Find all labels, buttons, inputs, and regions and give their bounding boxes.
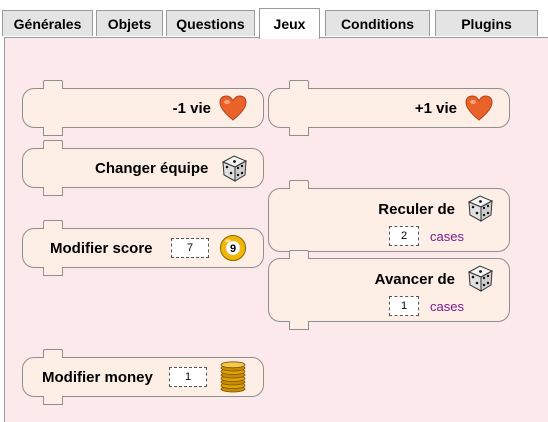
- block-connector-bottom: [43, 187, 63, 196]
- block-connector-top: [289, 80, 309, 89]
- modify-money-label: Modifier money: [42, 369, 153, 386]
- modify-score-block[interactable]: Modifier score 7 9: [22, 220, 264, 276]
- block-connector-bottom: [289, 127, 309, 136]
- lose-life-label: -1 vie: [172, 100, 211, 117]
- block-connector-top: [289, 180, 309, 189]
- tab-conditions[interactable]: Conditions: [325, 10, 430, 36]
- change-team-label: Changer équipe: [95, 160, 209, 177]
- tab-bar: Générales Objets Questions Jeux Conditio…: [0, 0, 548, 39]
- block-connector-bottom: [43, 267, 63, 276]
- move-forward-unit: cases: [430, 299, 464, 314]
- tab-plugins[interactable]: Plugins: [435, 10, 538, 36]
- heart-icon: [465, 95, 493, 121]
- block-connector-top: [43, 349, 63, 358]
- ball-number: 9: [230, 243, 236, 255]
- tab-jeux[interactable]: Jeux: [259, 8, 320, 39]
- gain-life-block[interactable]: +1 vie: [268, 80, 510, 136]
- move-forward-label: Avancer de: [374, 271, 455, 288]
- modify-score-value-field[interactable]: 7: [171, 238, 209, 258]
- move-back-unit: cases: [430, 229, 464, 244]
- heart-icon: [219, 95, 247, 121]
- move-forward-value-field[interactable]: 1: [389, 296, 419, 316]
- gain-life-label: +1 vie: [414, 100, 457, 117]
- tab-generales[interactable]: Générales: [2, 10, 93, 36]
- block-connector-bottom: [289, 321, 309, 330]
- block-connector-top: [43, 80, 63, 89]
- dice-icon: [467, 195, 494, 222]
- block-connector-top: [289, 250, 309, 259]
- tab-objets[interactable]: Objets: [96, 10, 163, 36]
- move-back-label: Reculer de: [378, 201, 455, 218]
- coins-icon: [220, 361, 246, 393]
- modify-money-value-field[interactable]: 1: [169, 367, 207, 387]
- dice-icon: [467, 265, 494, 292]
- dice-icon: [221, 155, 248, 182]
- tab-questions[interactable]: Questions: [166, 10, 255, 36]
- move-back-value-field[interactable]: 2: [389, 226, 419, 246]
- billiard-ball-icon: 9: [220, 235, 246, 261]
- block-connector-bottom: [43, 127, 63, 136]
- move-back-block[interactable]: Reculer de 2 cases: [268, 180, 510, 260]
- lose-life-block[interactable]: -1 vie: [22, 80, 264, 136]
- modify-money-block[interactable]: Modifier money 1: [22, 349, 264, 405]
- block-connector-bottom: [43, 396, 63, 405]
- block-connector-top: [43, 140, 63, 149]
- modify-score-label: Modifier score: [50, 240, 153, 257]
- move-forward-block[interactable]: Avancer de 1 cases: [268, 250, 510, 330]
- block-connector-top: [43, 220, 63, 229]
- change-team-block[interactable]: Changer équipe: [22, 140, 264, 196]
